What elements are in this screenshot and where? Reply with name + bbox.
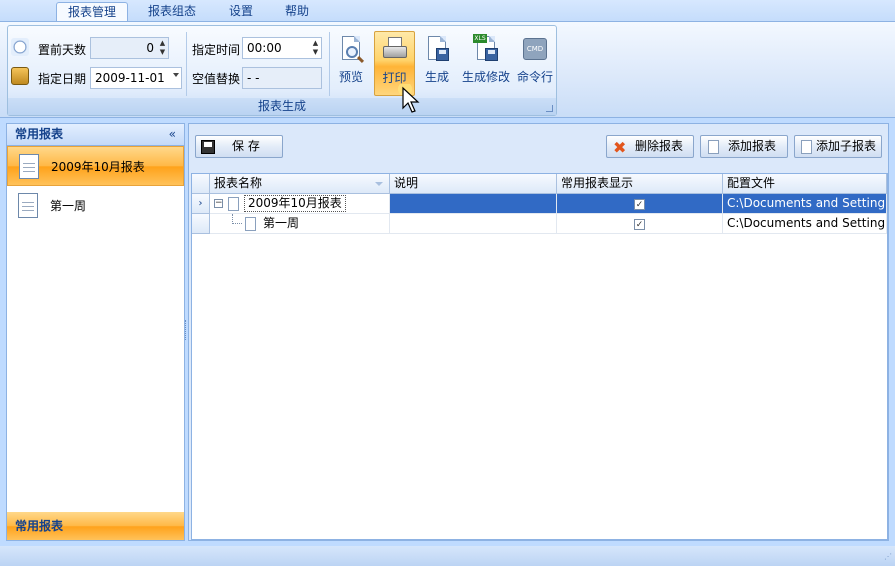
row-indicator xyxy=(192,214,210,234)
generate-button[interactable]: 生成 xyxy=(421,31,453,96)
add-label: 添加报表 xyxy=(728,139,777,153)
cmd-icon: CMD xyxy=(520,34,550,64)
null-replace-value: - - xyxy=(247,71,260,85)
list-item-label: 2009年10月报表 xyxy=(51,160,145,174)
command-line-label: 命令行 xyxy=(516,70,553,84)
document-icon xyxy=(228,197,239,211)
calendar-icon xyxy=(11,67,29,85)
config-cell[interactable]: C:\Documents and Setting... xyxy=(723,214,887,234)
add-report-button[interactable]: 添加报表 xyxy=(700,135,788,158)
preview-icon xyxy=(336,34,366,64)
date-picker[interactable]: 2009-11-01 xyxy=(90,67,182,89)
name-text: 第一周 xyxy=(263,216,300,230)
tab-report-management[interactable]: 报表管理 xyxy=(56,2,128,23)
table-row[interactable]: › − 2009年10月报表 ✓ C:\Documents and Settin… xyxy=(192,194,887,214)
name-cell[interactable]: − 2009年10月报表 xyxy=(210,194,390,214)
panel-header: 常用报表 « xyxy=(7,124,184,146)
config-cell[interactable]: C:\Documents and Setting... xyxy=(723,194,887,214)
document-icon xyxy=(18,193,38,218)
time-value: 00:00 xyxy=(247,41,282,55)
report-generation-group: 置前天数 0 ▲ ▼ 指定日期 2009-11-01 指定时间 00:00 ▲ ▼ … xyxy=(7,25,557,116)
resize-grip-icon[interactable]: ⋰ xyxy=(884,552,892,561)
days-value: 0 xyxy=(146,41,154,55)
list-item-label: 第一周 xyxy=(50,199,87,213)
favorite-reports-panel: 常用报表 « 2009年10月报表 第一周 常用报表 xyxy=(6,123,185,541)
sort-arrow-icon xyxy=(375,182,383,186)
dialog-launcher-icon[interactable] xyxy=(546,105,553,112)
null-replace-input[interactable]: - - xyxy=(242,67,322,89)
clock-icon xyxy=(11,38,29,56)
tab-report-config[interactable]: 报表组态 xyxy=(138,2,206,22)
favorite-checkbox[interactable]: ✓ xyxy=(634,199,645,210)
ribbon: 置前天数 0 ▲ ▼ 指定日期 2009-11-01 指定时间 00:00 ▲ ▼ … xyxy=(0,21,895,118)
separator xyxy=(186,32,187,96)
description-cell[interactable] xyxy=(390,214,557,234)
new-document-icon xyxy=(801,140,812,154)
column-header-description[interactable]: 说明 xyxy=(390,174,557,194)
save-button[interactable]: 保 存 xyxy=(195,135,283,158)
name-cell[interactable]: 第一周 xyxy=(210,214,390,234)
generate-edit-label: 生成修改 xyxy=(461,70,510,84)
date-label: 指定日期 xyxy=(38,72,87,86)
generate-icon xyxy=(422,34,452,64)
report-editor: 保 存 ✖ 删除报表 添加报表 添加子报表 报表名称 说明 常用报表显示 配置文… xyxy=(188,123,889,541)
table-row[interactable]: 第一周 ✓ C:\Documents and Setting... xyxy=(192,214,887,234)
list-item[interactable]: 第一周 xyxy=(7,186,184,226)
header-corner xyxy=(192,174,210,194)
description-cell[interactable] xyxy=(390,194,557,214)
command-line-button[interactable]: CMD 命令行 xyxy=(516,31,554,96)
collapse-icon[interactable]: « xyxy=(169,124,176,145)
chevron-down-icon[interactable] xyxy=(173,73,179,77)
ribbon-tab-bar: 报表管理 报表组态 设置 帮助 xyxy=(0,0,895,23)
mouse-cursor-icon xyxy=(398,84,420,113)
report-tree-grid[interactable]: 报表名称 说明 常用报表显示 配置文件 › − 2009年10月报表 ✓ C:\… xyxy=(191,173,888,540)
row-indicator-icon: › xyxy=(192,194,210,214)
time-stepper[interactable]: 00:00 ▲ ▼ xyxy=(242,37,322,59)
favorite-cell[interactable]: ✓ xyxy=(557,194,723,214)
tab-help[interactable]: 帮助 xyxy=(274,2,320,22)
delete-icon: ✖ xyxy=(613,138,627,157)
column-header-label: 报表名称 xyxy=(214,176,263,190)
save-label: 保 存 xyxy=(232,139,260,153)
group-label: 报表生成 xyxy=(8,98,556,115)
column-header-favorite[interactable]: 常用报表显示 xyxy=(557,174,723,194)
printer-icon xyxy=(380,35,410,65)
add-child-report-button[interactable]: 添加子报表 xyxy=(794,135,882,158)
collapse-toggle-icon[interactable]: − xyxy=(214,199,223,208)
cmd-icon-text: CMD xyxy=(523,38,547,60)
null-replace-label: 空值替换 xyxy=(192,72,241,86)
generate-edit-button[interactable]: XLS 生成修改 xyxy=(460,31,512,96)
favorite-checkbox[interactable]: ✓ xyxy=(634,219,645,230)
days-label: 置前天数 xyxy=(38,43,87,57)
preview-button[interactable]: 预览 xyxy=(335,31,367,96)
separator xyxy=(329,32,330,96)
panel-footer-button[interactable]: 常用报表 xyxy=(7,512,184,540)
column-header-name[interactable]: 报表名称 xyxy=(210,174,390,194)
add-child-label: 添加子报表 xyxy=(816,139,877,153)
time-label: 指定时间 xyxy=(192,43,241,57)
save-icon xyxy=(201,140,215,154)
list-item[interactable]: 2009年10月报表 xyxy=(7,146,184,186)
document-icon xyxy=(19,154,39,179)
xls-badge: XLS xyxy=(473,34,487,43)
preview-label: 预览 xyxy=(338,70,363,84)
column-header-config[interactable]: 配置文件 xyxy=(723,174,887,194)
spin-arrows-icon[interactable]: ▲ ▼ xyxy=(311,39,320,57)
days-stepper[interactable]: 0 ▲ ▼ xyxy=(90,37,169,59)
new-document-icon xyxy=(708,140,719,154)
document-icon xyxy=(245,217,256,231)
date-value: 2009-11-01 xyxy=(95,71,165,85)
tab-settings[interactable]: 设置 xyxy=(218,2,264,22)
status-bar: ⋰ xyxy=(0,546,895,566)
panel-title: 常用报表 xyxy=(15,127,64,141)
tree-line xyxy=(232,214,242,224)
delete-report-button[interactable]: ✖ 删除报表 xyxy=(606,135,694,158)
name-text: 2009年10月报表 xyxy=(244,195,346,212)
generate-label: 生成 xyxy=(424,70,449,84)
generate-edit-icon: XLS xyxy=(471,34,501,64)
favorite-cell[interactable]: ✓ xyxy=(557,214,723,234)
delete-label: 删除报表 xyxy=(635,139,684,153)
spin-arrows-icon[interactable]: ▲ ▼ xyxy=(158,39,167,57)
